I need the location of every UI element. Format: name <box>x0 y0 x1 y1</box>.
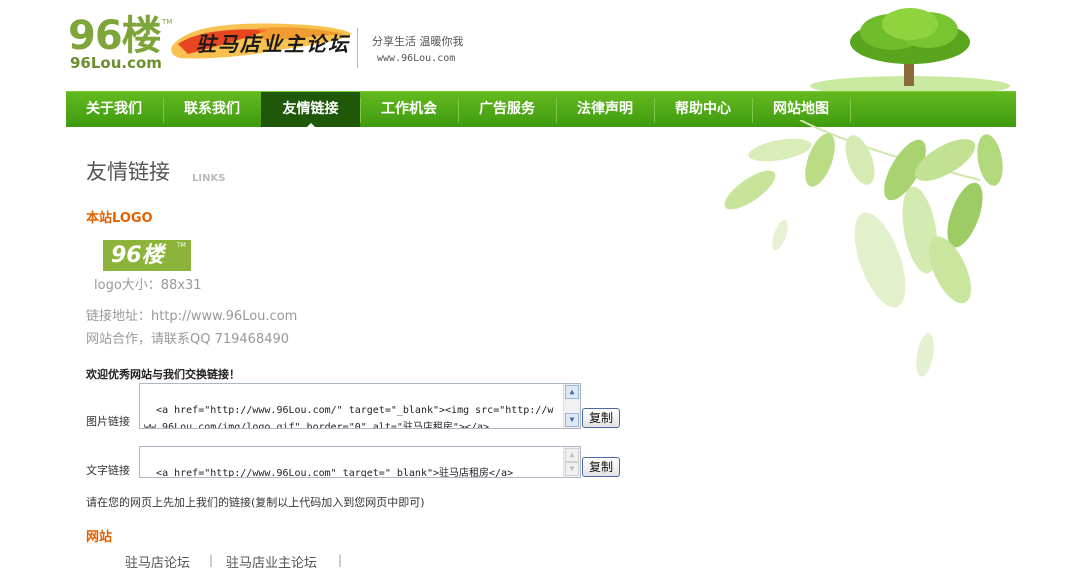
text-link-code-textarea[interactable]: <a href="http://www.96Lou.com" target="_… <box>139 446 581 478</box>
image-link-scrollbar[interactable]: ▲ ▼ <box>563 384 580 428</box>
site-link-owners-forum[interactable]: 驻马店业主论坛 <box>226 552 317 571</box>
text-link-scrollbar[interactable]: ▲ ▼ <box>563 447 580 477</box>
text-link-code: <a href="http://www.96Lou.com" target="_… <box>156 468 514 478</box>
scroll-down-icon[interactable]: ▼ <box>565 413 579 427</box>
logo-size-text: logo大小：88x31 <box>94 278 202 293</box>
sites-heading: 网站 <box>86 530 113 545</box>
contact-text: 网站合作，请联系QQ 719468490 <box>86 332 290 347</box>
banner-text: 驻马店业主论坛 <box>196 32 350 56</box>
logo-domain: 96Lou.com <box>70 54 162 72</box>
image-link-code-textarea[interactable]: <a href="http://www.96Lou.com/" target="… <box>139 383 581 429</box>
nav-item-about[interactable]: 关于我们 <box>66 92 162 127</box>
tree-icon <box>810 8 1010 92</box>
nav-item-legal[interactable]: 法律声明 <box>557 92 653 127</box>
site-link-forum[interactable]: 驻马店论坛 <box>125 552 190 571</box>
page-subtitle: LINKS <box>192 173 226 184</box>
exchange-heading: 欢迎优秀网站与我们交换链接！ <box>86 368 240 381</box>
copy-text-link-button[interactable]: 复制 <box>582 457 620 477</box>
copy-image-link-button[interactable]: 复制 <box>582 408 620 428</box>
nav-item-links[interactable]: 友情链接 <box>261 92 360 128</box>
scroll-up-icon[interactable]: ▲ <box>565 385 579 399</box>
nav-item-ads[interactable]: 广告服务 <box>459 92 555 127</box>
image-link-code: <a href="http://www.96Lou.com/" target="… <box>144 405 554 429</box>
active-arrow-icon <box>305 123 316 128</box>
scroll-down-icon[interactable]: ▼ <box>565 462 579 476</box>
small-logo-text: 96楼 <box>111 243 164 268</box>
slogan: 分享生活 温暖你我 <box>372 35 464 48</box>
text-link-label: 文字链接 <box>86 464 130 477</box>
site-header: 96楼 TM 96Lou.com 驻马店业主论坛 分享生活 温暖你我 www.9… <box>0 0 1079 92</box>
page-title: 友情链接 <box>86 160 170 184</box>
scroll-up-icon[interactable]: ▲ <box>565 448 579 462</box>
link-address-text: 链接地址：http://www.96Lou.com <box>86 309 298 324</box>
nav-item-jobs[interactable]: 工作机会 <box>361 92 457 127</box>
nav-item-contact[interactable]: 联系我们 <box>164 92 260 127</box>
logo-text: 96楼 <box>68 13 162 59</box>
logo-section-heading: 本站LOGO <box>86 211 153 226</box>
link-separator: | <box>338 553 343 567</box>
small-logo-badge: 96楼 TM <box>103 240 191 271</box>
exchange-note: 请在您的网页上先加上我们的链接(复制以上代码加入到您网页中即可) <box>86 496 425 509</box>
header-divider <box>357 28 358 68</box>
link-separator: | <box>209 553 214 567</box>
site-logo[interactable]: 96楼 TM 96Lou.com <box>68 14 178 74</box>
leaves-decoration-icon <box>724 120 1003 377</box>
small-logo-trademark: TM <box>177 242 186 249</box>
nav-divider <box>850 98 851 122</box>
image-link-label: 图片链接 <box>86 415 130 428</box>
site-url: www.96Lou.com <box>377 53 456 64</box>
